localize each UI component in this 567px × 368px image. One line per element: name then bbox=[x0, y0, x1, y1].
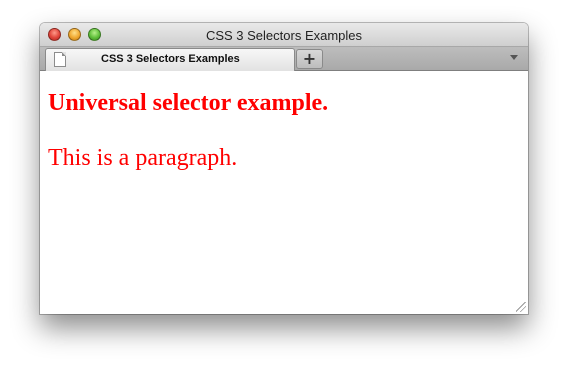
chevron-down-icon[interactable] bbox=[510, 55, 518, 60]
tab-bar: CSS 3 Selectors Examples + bbox=[40, 47, 528, 71]
browser-window: CSS 3 Selectors Examples CSS 3 Selectors… bbox=[40, 23, 528, 314]
page-content: Universal selector example. This is a pa… bbox=[40, 72, 528, 314]
title-bar[interactable]: CSS 3 Selectors Examples bbox=[40, 23, 528, 47]
page-paragraph: This is a paragraph. bbox=[48, 145, 238, 171]
tab-label: CSS 3 Selectors Examples bbox=[101, 53, 240, 65]
window-title: CSS 3 Selectors Examples bbox=[205, 28, 363, 43]
tab-css3-selectors-examples[interactable]: CSS 3 Selectors Examples bbox=[45, 48, 295, 71]
page-icon bbox=[54, 52, 66, 67]
page-heading: Universal selector example. bbox=[48, 90, 329, 116]
resize-grip-icon[interactable] bbox=[516, 302, 526, 312]
new-tab-button[interactable]: + bbox=[296, 49, 323, 69]
